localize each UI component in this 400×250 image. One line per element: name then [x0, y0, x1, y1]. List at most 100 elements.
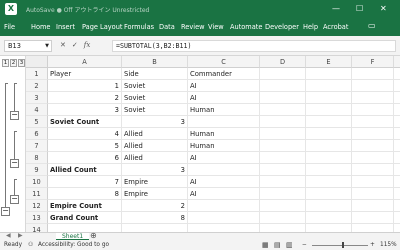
- cell-a9[interactable]: Allied Count: [48, 164, 122, 176]
- row-header[interactable]: 5: [26, 116, 48, 128]
- row-header[interactable]: 4: [26, 104, 48, 116]
- cell-b8[interactable]: Allied: [122, 152, 188, 164]
- column-header-b[interactable]: B: [122, 56, 188, 68]
- select-all-button[interactable]: [26, 56, 48, 68]
- cell-empty[interactable]: [394, 92, 400, 104]
- cell-empty[interactable]: [352, 128, 394, 140]
- cell-b6[interactable]: Allied: [122, 128, 188, 140]
- cell-c7[interactable]: Human: [188, 140, 260, 152]
- zoom-in-icon[interactable]: +: [370, 240, 375, 250]
- cell-empty[interactable]: [352, 164, 394, 176]
- cell-a1[interactable]: Player: [48, 68, 122, 80]
- column-header-a[interactable]: A: [48, 56, 122, 68]
- cell-a11[interactable]: 8: [48, 188, 122, 200]
- column-header-f[interactable]: F: [352, 56, 394, 68]
- row-header[interactable]: 13: [26, 212, 48, 224]
- comments-icon[interactable]: ▭: [368, 21, 376, 30]
- cell-b3[interactable]: Soviet: [122, 92, 188, 104]
- cell-empty[interactable]: [260, 104, 306, 116]
- cell-c1[interactable]: Commander: [188, 68, 260, 80]
- cell-empty[interactable]: [352, 152, 394, 164]
- cell-empty[interactable]: [260, 128, 306, 140]
- scroll-sheets-left-icon[interactable]: ◀: [6, 232, 11, 239]
- outline-level-2-button[interactable]: 2: [10, 59, 17, 67]
- cell-c9[interactable]: [188, 164, 260, 176]
- chevron-down-icon[interactable]: ▼: [45, 41, 49, 52]
- row-header[interactable]: 7: [26, 140, 48, 152]
- tab-automate[interactable]: Automate: [230, 23, 262, 31]
- cell-b10[interactable]: Empire: [122, 176, 188, 188]
- page-break-view-icon[interactable]: ▥: [286, 240, 293, 250]
- row-header[interactable]: 10: [26, 176, 48, 188]
- tab-formulas[interactable]: Formulas: [124, 23, 154, 31]
- tab-help[interactable]: Help: [303, 23, 318, 31]
- cell-c13[interactable]: [188, 212, 260, 224]
- cell-empty[interactable]: [260, 164, 306, 176]
- cell-empty[interactable]: [394, 152, 400, 164]
- cell-empty[interactable]: [352, 212, 394, 224]
- tab-insert[interactable]: Insert: [56, 23, 75, 31]
- cell-empty[interactable]: [394, 80, 400, 92]
- tab-developer[interactable]: Developer: [265, 23, 299, 31]
- cell-empty[interactable]: [352, 200, 394, 212]
- column-header-g[interactable]: G: [394, 56, 400, 68]
- accessibility-status[interactable]: Accessibility: Good to go: [38, 240, 109, 250]
- cell-a2[interactable]: 1: [48, 80, 122, 92]
- cell-empty[interactable]: [394, 116, 400, 128]
- tab-acrobat[interactable]: Acrobat: [323, 23, 348, 31]
- column-header-d[interactable]: D: [260, 56, 306, 68]
- cell-empty[interactable]: [260, 68, 306, 80]
- cell-empty[interactable]: [306, 92, 352, 104]
- collapse-group-button[interactable]: −: [10, 159, 19, 168]
- column-header-c[interactable]: C: [188, 56, 260, 68]
- tab-review[interactable]: Review: [181, 23, 205, 31]
- cell-empty[interactable]: [352, 68, 394, 80]
- cell-empty[interactable]: [306, 212, 352, 224]
- cell-a5[interactable]: Soviet Count: [48, 116, 122, 128]
- tab-page-layout[interactable]: Page Layout: [82, 23, 122, 31]
- tab-view[interactable]: View: [208, 23, 224, 31]
- name-box[interactable]: B13 ▼: [4, 40, 52, 52]
- cell-empty[interactable]: [306, 68, 352, 80]
- cell-c4[interactable]: Human: [188, 104, 260, 116]
- cell-c10[interactable]: AI: [188, 176, 260, 188]
- maximize-button[interactable]: ☐: [356, 4, 363, 13]
- normal-view-icon[interactable]: ▦: [262, 240, 269, 250]
- cell-a12[interactable]: Empire Count: [48, 200, 122, 212]
- cell-c12[interactable]: [188, 200, 260, 212]
- row-header[interactable]: 11: [26, 188, 48, 200]
- cell-a3[interactable]: 2: [48, 92, 122, 104]
- row-header[interactable]: 12: [26, 200, 48, 212]
- cell-a13[interactable]: Grand Count: [48, 212, 122, 224]
- formula-input[interactable]: =SUBTOTAL(3,B2:B11): [112, 40, 396, 52]
- insert-function-icon[interactable]: fx: [84, 41, 91, 49]
- cell-c11[interactable]: AI: [188, 188, 260, 200]
- page-layout-view-icon[interactable]: ▤: [274, 240, 281, 250]
- cell-empty[interactable]: [306, 200, 352, 212]
- collapse-group-button[interactable]: −: [10, 111, 19, 120]
- collapse-group-button[interactable]: −: [10, 195, 19, 204]
- cell-b1[interactable]: Side: [122, 68, 188, 80]
- cell-empty[interactable]: [352, 80, 394, 92]
- close-button[interactable]: ✕: [380, 4, 387, 13]
- cell-empty[interactable]: [352, 116, 394, 128]
- cell-empty[interactable]: [394, 200, 400, 212]
- cell-a10[interactable]: 7: [48, 176, 122, 188]
- tab-data[interactable]: Data: [159, 23, 175, 31]
- cell-b5[interactable]: 3: [122, 116, 188, 128]
- cell-empty[interactable]: [352, 176, 394, 188]
- cell-a7[interactable]: 5: [48, 140, 122, 152]
- cell-a8[interactable]: 6: [48, 152, 122, 164]
- cell-c8[interactable]: AI: [188, 152, 260, 164]
- cell-empty[interactable]: [352, 188, 394, 200]
- collapse-group-button[interactable]: −: [1, 207, 10, 216]
- cell-c6[interactable]: Human: [188, 128, 260, 140]
- column-header-e[interactable]: E: [306, 56, 352, 68]
- zoom-out-icon[interactable]: −: [302, 240, 307, 250]
- scroll-sheets-right-icon[interactable]: ▶: [18, 232, 23, 239]
- outline-level-1-button[interactable]: 1: [2, 59, 9, 67]
- cell-empty[interactable]: [306, 152, 352, 164]
- cell-empty[interactable]: [394, 140, 400, 152]
- row-header[interactable]: 9: [26, 164, 48, 176]
- cell-c2[interactable]: AI: [188, 80, 260, 92]
